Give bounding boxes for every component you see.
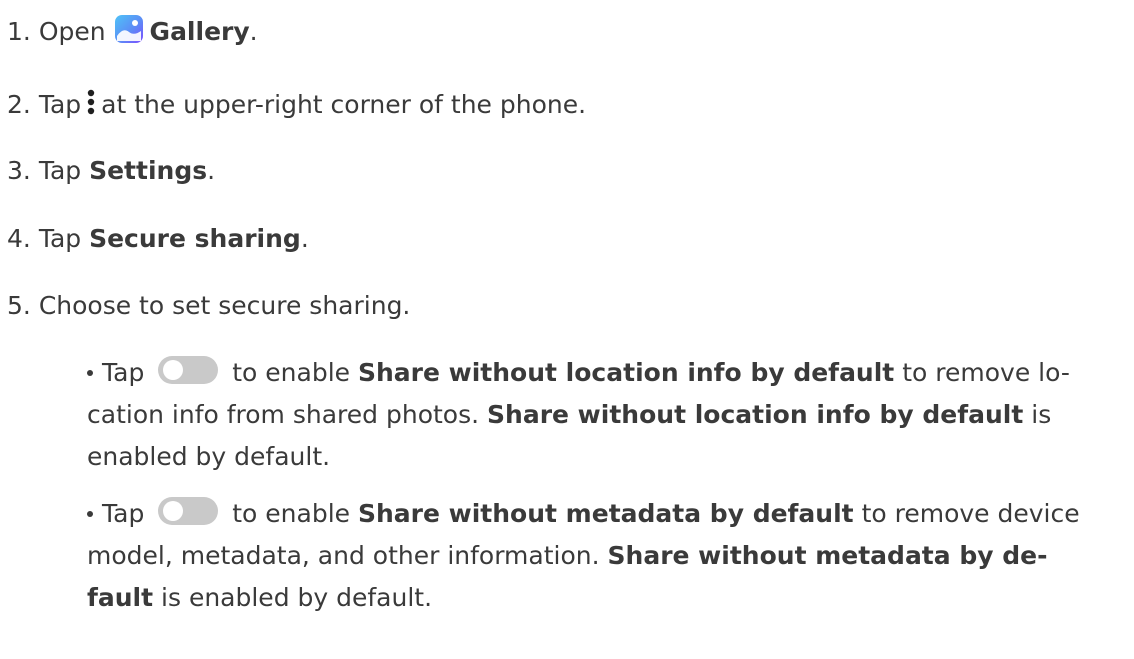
bullet-text: to remove device (861, 499, 1080, 528)
secure-sharing-label: Secure sharing (89, 224, 301, 253)
step-2: 2. Tap at the upper-right corner of the … (7, 87, 586, 123)
bullet-text: is (1031, 400, 1052, 429)
bullet-text: to enable (232, 499, 351, 528)
bullet-text: Tap (102, 499, 145, 528)
step-number: 5. (7, 291, 31, 320)
step-punct: . (249, 17, 258, 46)
gallery-label: Gallery (149, 17, 250, 46)
toggle-switch-icon (158, 356, 219, 384)
bullet-dot (87, 511, 93, 517)
bullet-text: is enabled by default. (161, 583, 433, 612)
step-text: Tap (38, 90, 82, 119)
settings-label: Settings (89, 156, 208, 185)
instructions-page: 1. Open Gallery. 2. Tap at the upper-rig… (0, 0, 1134, 659)
step-punct: . (207, 156, 216, 185)
step-punct: . (300, 224, 309, 253)
step-number: 1. (7, 17, 31, 46)
share-without-metadata-label: Share without metadata by de- (607, 541, 1048, 570)
step-5: 5. Choose to set secure sharing. (7, 288, 410, 324)
step-text: Choose to set secure sharing. (38, 291, 411, 320)
bullet-metadata: Tap to enable Share without metadata by … (87, 493, 1127, 619)
bullet-text: model, metadata, and other information. (87, 541, 600, 570)
bullet-text: to remove lo- (902, 358, 1070, 387)
share-without-metadata-label: fault (87, 583, 154, 612)
step-text: Open (38, 17, 106, 46)
step-number: 2. (7, 90, 31, 119)
step-4: 4. Tap Secure sharing. (7, 221, 309, 257)
bullet-text: cation info from shared photos. (87, 400, 480, 429)
gallery-app-icon (114, 15, 143, 43)
bullet-dot (87, 370, 93, 376)
share-without-metadata-label: Share without metadata by default (357, 499, 854, 528)
bullet-location-info: Tap to enable Share without location inf… (87, 352, 1127, 478)
step-1: 1. Open Gallery. (7, 14, 258, 50)
bullet-text: to enable (232, 358, 351, 387)
step-3: 3. Tap Settings. (7, 153, 215, 189)
step-number: 3. (7, 156, 31, 185)
step-text: Tap (38, 156, 82, 185)
step-text: Tap (38, 224, 82, 253)
share-without-location-label: Share without location info by default (357, 358, 895, 387)
step-text: at the upper-right corner of the phone. (101, 90, 587, 119)
bullet-text: enabled by default. (87, 442, 331, 471)
toggle-knob (163, 360, 184, 380)
step-number: 4. (7, 224, 31, 253)
bullet-text: Tap (102, 358, 145, 387)
toggle-switch-icon (158, 497, 219, 525)
toggle-knob (163, 501, 184, 521)
share-without-location-label: Share without location info by default (487, 400, 1024, 429)
more-options-icon (87, 89, 95, 115)
